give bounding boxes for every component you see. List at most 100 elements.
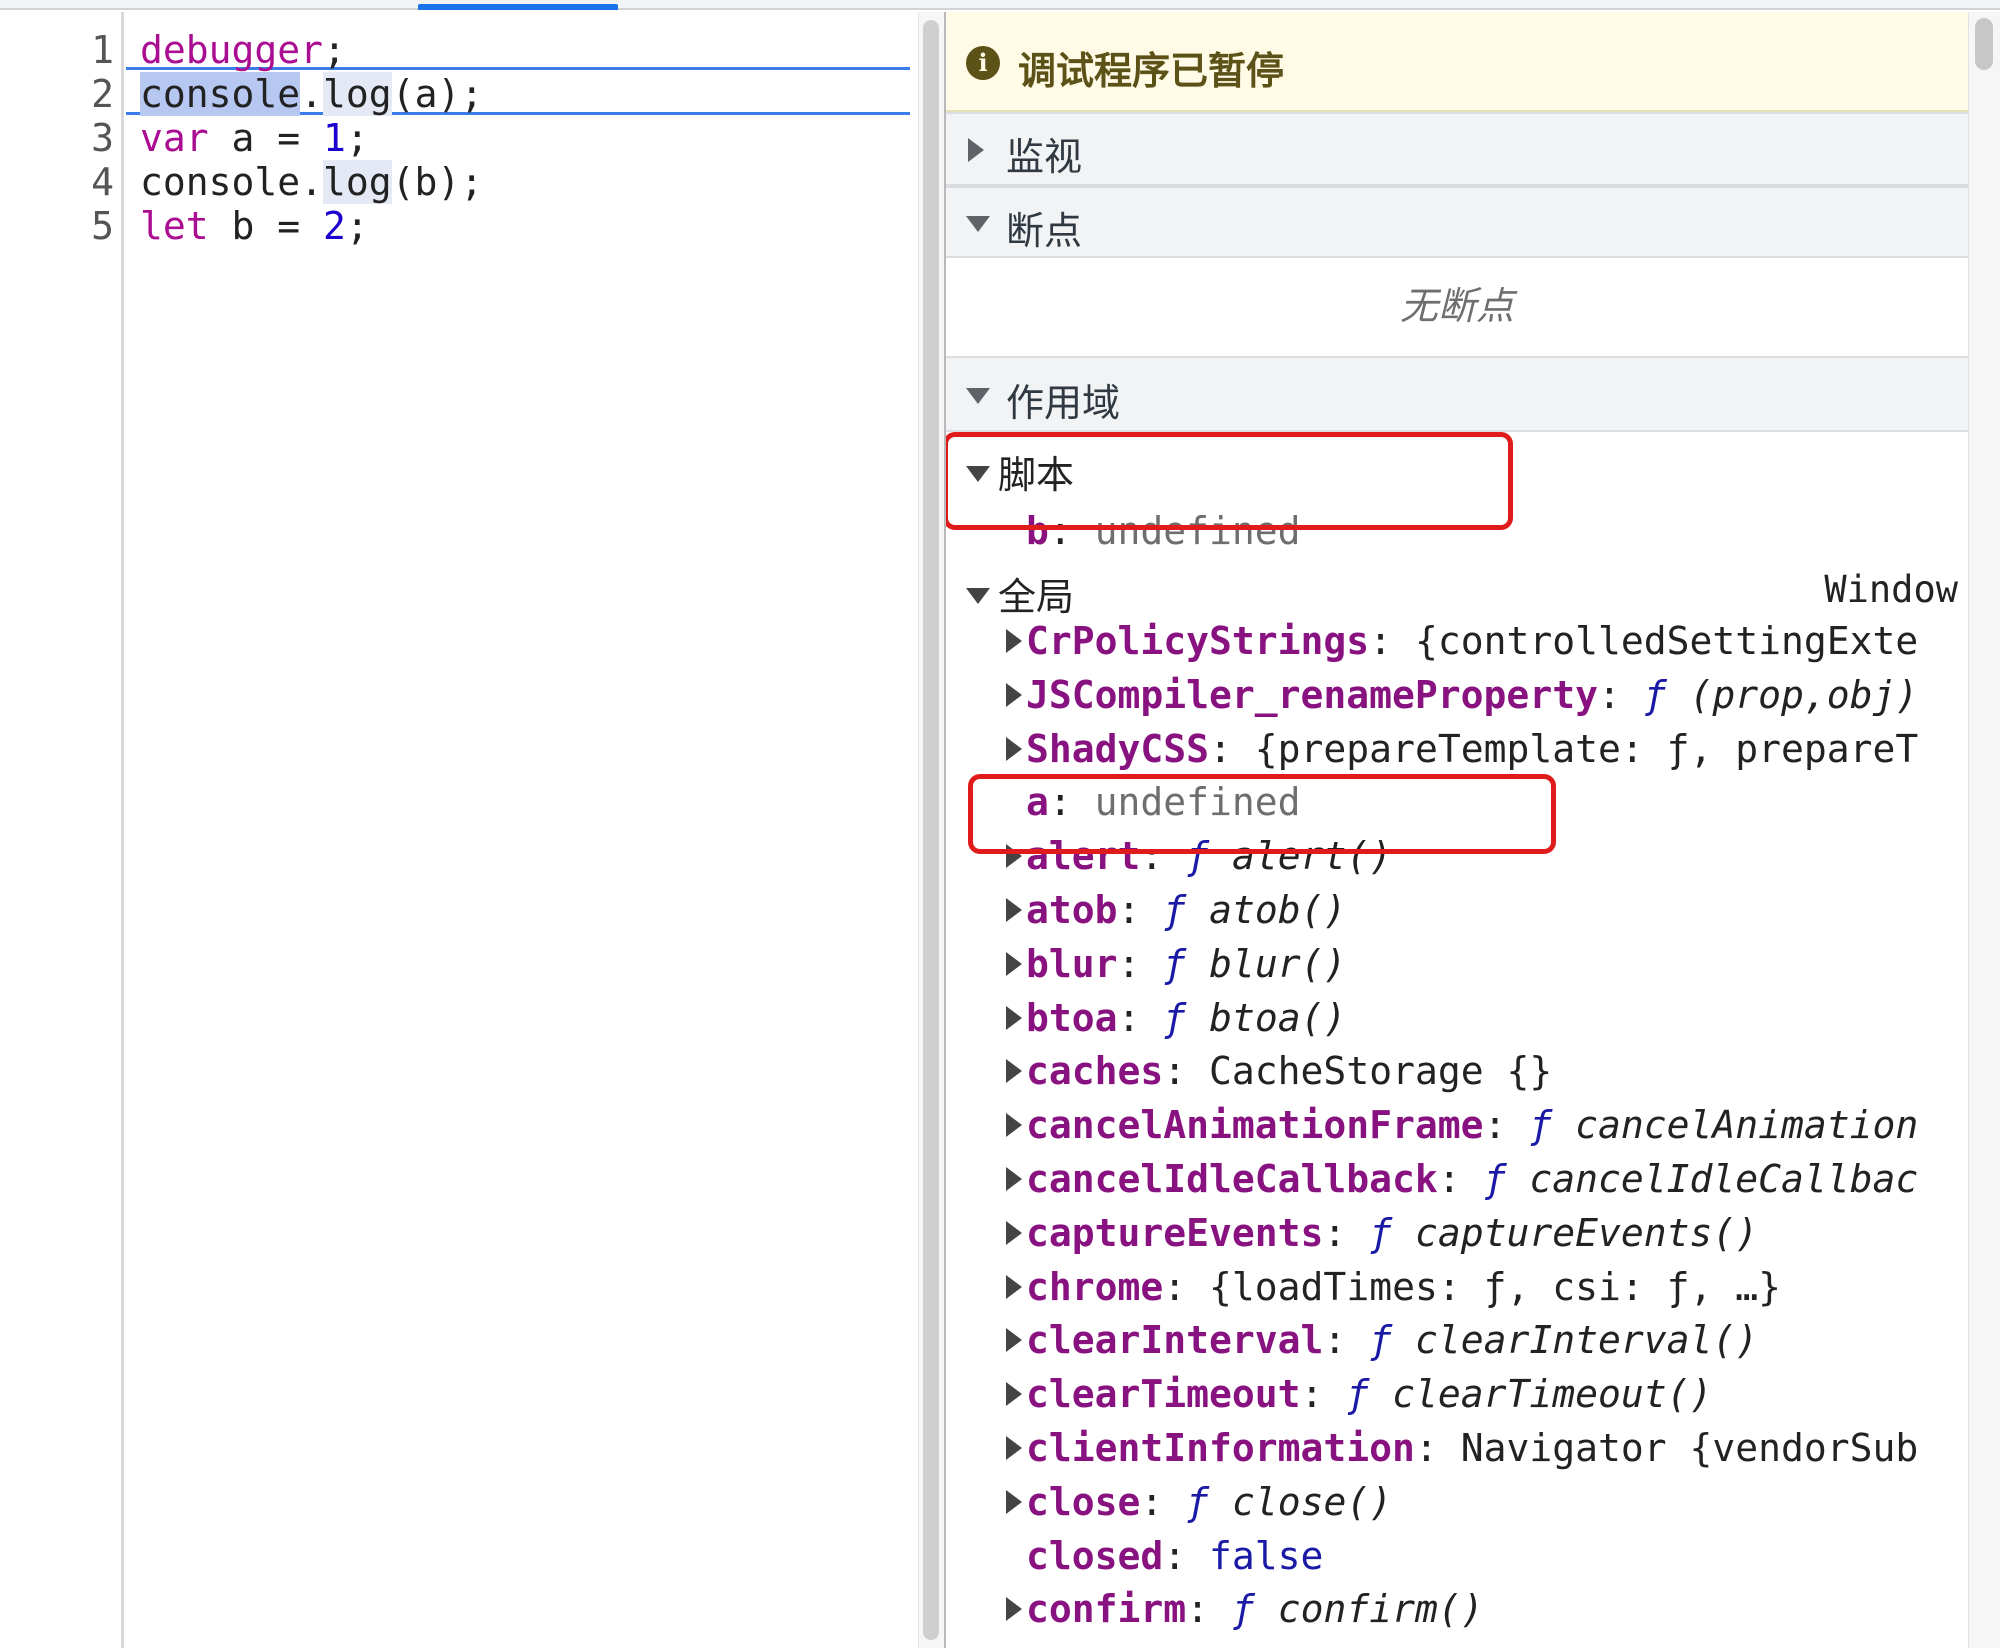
scope-global-label[interactable]: 全局 xyxy=(998,566,1074,621)
code-line-5[interactable]: let b = 2; xyxy=(140,204,369,248)
line-number-5[interactable]: 5 xyxy=(0,204,114,248)
colon: : xyxy=(1323,1318,1370,1362)
no-breakpoints-text: 无断点 xyxy=(1399,284,1514,328)
global-property-row[interactable]: blur: ƒ blur() xyxy=(1006,939,1346,989)
global-property-row[interactable]: cancelIdleCallback: ƒ cancelIdleCallbac xyxy=(1006,1154,1919,1204)
code-token: console. xyxy=(140,160,324,204)
chevron-right-icon xyxy=(1006,683,1022,707)
highlight-box-script xyxy=(946,432,1513,530)
global-property-row[interactable]: clearInterval: ƒ clearInterval() xyxy=(1006,1315,1759,1365)
global-property-row[interactable]: chrome: {loadTimes: ƒ, csi: ƒ, …} xyxy=(1006,1262,1781,1312)
colon: : xyxy=(1597,673,1644,717)
line-number-3[interactable]: 3 xyxy=(0,116,114,160)
global-property-row[interactable]: JSCompiler_renameProperty: ƒ (prop,obj) xyxy=(1006,670,1919,720)
function-symbol: ƒ xyxy=(1346,1372,1370,1416)
function-symbol: ƒ xyxy=(1643,673,1667,717)
line-number-1[interactable]: 1 xyxy=(0,28,114,72)
code-token: 1 xyxy=(323,116,346,160)
source-editor[interactable]: 1 2 3 4 5 debugger; console.log(a); var … xyxy=(0,12,918,1648)
colon: : xyxy=(1209,727,1255,771)
colon: : xyxy=(1117,888,1164,932)
colon: : xyxy=(1483,1103,1530,1147)
property-value: clearInterval() xyxy=(1414,1318,1759,1362)
chevron-right-icon xyxy=(1006,1436,1022,1460)
line-number-2[interactable]: 2 xyxy=(0,72,114,116)
property-value: clearTimeout() xyxy=(1392,1372,1713,1416)
code-line-4[interactable]: console.log(b); xyxy=(140,160,483,204)
sidebar-scrollbar-thumb[interactable] xyxy=(1975,18,1993,70)
property-name: cancelAnimationFrame xyxy=(1026,1103,1484,1147)
property-value: btoa() xyxy=(1209,996,1347,1040)
global-property-row[interactable]: caches: CacheStorage {} xyxy=(1006,1046,1553,1096)
section-breakpoints[interactable]: 断点 xyxy=(946,186,1968,258)
property-value: CacheStorage {} xyxy=(1209,1049,1553,1093)
chevron-right-icon xyxy=(1006,1597,1022,1621)
global-property-row[interactable]: CrPolicyStrings: {controlledSettingExte xyxy=(1006,616,1918,666)
line-number-4[interactable]: 4 xyxy=(0,160,114,204)
code-token: (b); xyxy=(391,160,484,204)
editor-scrollbar-thumb[interactable] xyxy=(923,20,939,1640)
chevron-right-icon xyxy=(1006,1221,1022,1245)
global-property-row[interactable]: confirm: ƒ confirm() xyxy=(1006,1584,1484,1634)
highlight-box-global-a xyxy=(968,774,1556,854)
sidebar-scrollbar[interactable] xyxy=(1968,12,2000,1648)
global-property-row[interactable]: clearTimeout: ƒ clearTimeout() xyxy=(1006,1369,1713,1419)
scope-global-type: Window xyxy=(1824,568,1958,611)
code-line-1[interactable]: debugger; xyxy=(140,28,346,72)
chevron-right-icon xyxy=(1006,1167,1022,1191)
colon: : xyxy=(1163,1534,1210,1578)
property-name: chrome xyxy=(1026,1265,1164,1309)
property-name: atob xyxy=(1026,888,1118,932)
property-name: ShadyCSS xyxy=(1026,727,1210,771)
chevron-right-icon xyxy=(1006,737,1022,761)
section-scope-label: 作用域 xyxy=(1006,381,1121,425)
property-value: close() xyxy=(1231,1480,1393,1524)
section-scope[interactable]: 作用域 xyxy=(946,356,1968,432)
property-name: clientInformation xyxy=(1026,1426,1415,1470)
function-symbol: ƒ xyxy=(1529,1103,1553,1147)
code-line-2[interactable]: console.log(a); xyxy=(140,72,483,116)
colon: : xyxy=(1369,619,1415,663)
property-value: confirm() xyxy=(1277,1587,1484,1631)
property-value: false xyxy=(1209,1534,1324,1578)
global-property-row[interactable]: clientInformation: Navigator {vendorSub xyxy=(1006,1423,1918,1473)
chevron-right-icon xyxy=(1006,1006,1022,1030)
active-tab-indicator[interactable] xyxy=(418,4,618,10)
colon: : xyxy=(1163,1049,1210,1093)
global-property-row[interactable]: cancelAnimationFrame: ƒ cancelAnimation xyxy=(1006,1100,1918,1150)
colon: : xyxy=(1437,1157,1484,1201)
function-symbol: ƒ xyxy=(1163,888,1187,932)
chevron-down-icon[interactable] xyxy=(966,588,990,604)
colon: : xyxy=(1323,1211,1370,1255)
global-property-row[interactable]: closed: false xyxy=(1026,1531,1323,1581)
info-icon: i xyxy=(966,46,1000,80)
chevron-right-icon xyxy=(1006,629,1022,653)
global-property-row[interactable]: atob: ƒ atob() xyxy=(1006,885,1346,935)
property-value: cancelIdleCallbac xyxy=(1529,1157,1919,1201)
function-symbol: ƒ xyxy=(1186,1480,1210,1524)
chevron-right-icon xyxy=(1006,1328,1022,1352)
property-name: CrPolicyStrings xyxy=(1026,619,1370,663)
paused-banner: i 调试程序已暂停 xyxy=(946,12,1968,112)
function-symbol: ƒ xyxy=(1483,1157,1507,1201)
line-number-gutter: 1 2 3 4 5 xyxy=(0,12,124,1648)
global-property-row[interactable]: ShadyCSS: {prepareTemplate: ƒ, prepareT xyxy=(1006,724,1918,774)
property-name: cancelIdleCallback xyxy=(1026,1157,1438,1201)
global-property-row[interactable]: close: ƒ close() xyxy=(1006,1477,1393,1527)
property-name: captureEvents xyxy=(1026,1211,1324,1255)
code-line-3[interactable]: var a = 1; xyxy=(140,116,369,160)
property-value: (prop,obj) xyxy=(1689,673,1919,717)
chevron-right-icon xyxy=(1006,898,1022,922)
function-symbol: ƒ xyxy=(1369,1318,1393,1362)
property-name: confirm xyxy=(1026,1587,1187,1631)
property-name: btoa xyxy=(1026,996,1118,1040)
global-property-row[interactable]: btoa: ƒ btoa() xyxy=(1006,993,1347,1043)
section-watch[interactable]: 监视 xyxy=(946,112,1968,186)
property-name: JSCompiler_renameProperty xyxy=(1026,673,1598,717)
chevron-right-icon xyxy=(1006,1490,1022,1514)
code-token: ; xyxy=(345,204,369,248)
property-value: {loadTimes: ƒ, csi: ƒ, …} xyxy=(1209,1265,1781,1309)
chevron-down-icon xyxy=(966,216,990,232)
global-property-row[interactable]: captureEvents: ƒ captureEvents() xyxy=(1006,1208,1758,1258)
editor-scrollbar[interactable] xyxy=(918,12,944,1648)
